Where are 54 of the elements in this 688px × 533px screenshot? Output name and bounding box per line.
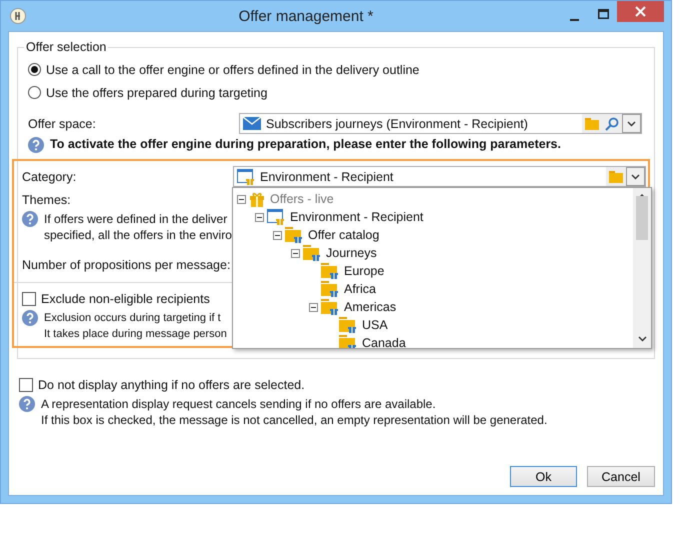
- search-button[interactable]: [602, 114, 622, 133]
- envelope-icon: [243, 117, 261, 130]
- folder-icon: [609, 170, 623, 182]
- checkbox[interactable]: [22, 292, 36, 306]
- radio-button[interactable]: [28, 63, 41, 76]
- scroll-down-icon: [638, 336, 646, 342]
- help-icon: [28, 137, 44, 153]
- maximize-icon[interactable]: [598, 9, 609, 19]
- field-value: Subscribers journeys (Environment - Recipient): [266, 116, 528, 130]
- app-icon: [10, 8, 26, 24]
- checkbox-label: Do not display anything if no offers are selected.: [38, 378, 305, 392]
- category-field[interactable]: Environment - Recipient: [233, 166, 646, 187]
- dropdown-button[interactable]: [626, 167, 645, 186]
- caret-icon: [627, 120, 636, 126]
- window-icon: [267, 209, 285, 225]
- offer-space-field[interactable]: Subscribers journeys (Environment - Recipient): [239, 113, 642, 134]
- folder-icon: [321, 281, 339, 297]
- caret-icon: [631, 174, 640, 180]
- gift-icon: [249, 191, 265, 207]
- dialog-button[interactable]: Ok: [510, 466, 577, 487]
- field-label: Category:: [22, 170, 78, 184]
- scrollbar-thumb[interactable]: [636, 196, 648, 240]
- search-icon: [605, 116, 619, 130]
- help-icon: [22, 211, 38, 227]
- field-label: Offer space:: [28, 116, 97, 130]
- help-text: If offers were defined in the deliver: [44, 211, 228, 227]
- field-value: Environment - Recipient: [260, 170, 394, 184]
- dropdown-button[interactable]: [622, 114, 641, 133]
- checkbox[interactable]: [19, 378, 33, 392]
- checkbox-label: Exclude non-eligible recipients: [41, 292, 210, 306]
- notice-text: To activate the offer engine during preparation, please enter the following parameters.: [50, 137, 561, 151]
- dialog-button[interactable]: Cancel: [587, 466, 655, 487]
- help-text: specified, all the offers in the enviro: [44, 227, 232, 243]
- help-text: If this box is checked, the message is not cancelled, an empty representation will be generated.: [41, 412, 548, 428]
- help-text: Exclusion occurs during targeting if t: [44, 311, 222, 326]
- window-icon: [237, 168, 255, 184]
- radio-label: Use the offers prepared during targeting: [46, 86, 268, 100]
- folder-icon: [321, 263, 339, 279]
- help-icon: [22, 310, 38, 326]
- close-icon[interactable]: [617, 1, 664, 22]
- radio-button[interactable]: [28, 86, 41, 99]
- help-text: It takes place during message person: [44, 327, 227, 342]
- folder-icon: [285, 227, 303, 243]
- help-icon: [19, 396, 35, 412]
- folder-icon: [321, 299, 339, 315]
- field-label: Themes:: [22, 192, 72, 206]
- help-text: A representation display request cancels sending if no offers are available.: [41, 396, 437, 412]
- window-title: Offer management *: [238, 8, 374, 24]
- folder-icon: [303, 245, 321, 261]
- folder-icon: [585, 118, 599, 130]
- radio-label: Use a call to the offer engine or offers defined in the delivery outline: [46, 62, 420, 76]
- group-title: Offer selection: [25, 40, 108, 54]
- field-label: Number of propositions per message:: [22, 258, 228, 272]
- folder-icon: [339, 317, 357, 333]
